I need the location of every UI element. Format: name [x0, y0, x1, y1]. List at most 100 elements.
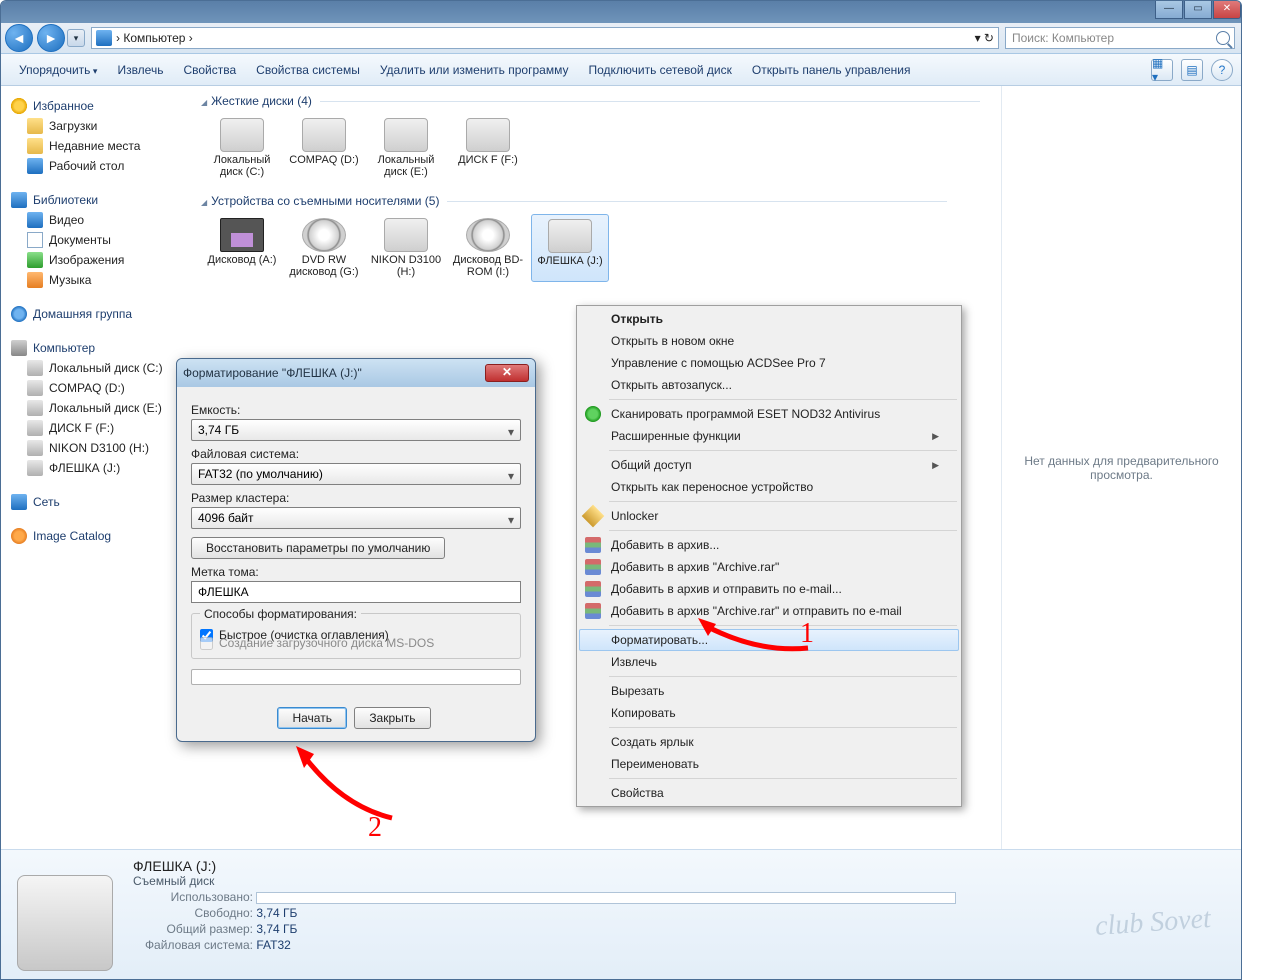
annotation-label-1: 1 [800, 618, 814, 650]
start-button[interactable]: Начать [277, 707, 347, 729]
catalog-icon [11, 528, 27, 544]
network-icon [11, 494, 27, 510]
properties-button[interactable]: Свойства [173, 54, 246, 86]
menu-copy[interactable]: Копировать [579, 702, 959, 724]
maximize-button[interactable]: ▭ [1184, 1, 1212, 19]
menu-open[interactable]: Открыть [579, 308, 959, 330]
sidebar-downloads[interactable]: Загрузки [5, 116, 187, 136]
drive-i[interactable]: Дисковод BD-ROM (I:) [449, 214, 527, 282]
desktop-icon [27, 158, 43, 174]
sidebar-drive-d[interactable]: COMPAQ (D:) [5, 378, 187, 398]
volume-label-input[interactable]: ФЛЕШКА [191, 581, 521, 603]
menu-cut[interactable]: Вырезать [579, 680, 959, 702]
preview-pane-button[interactable]: ▤ [1181, 59, 1203, 81]
capacity-select[interactable]: 3,74 ГБ [191, 419, 521, 441]
sidebar-pictures[interactable]: Изображения [5, 250, 187, 270]
drive-h[interactable]: NIKON D3100 (H:) [367, 214, 445, 282]
restore-defaults-button[interactable]: Восстановить параметры по умолчанию [191, 537, 445, 559]
sidebar-recent[interactable]: Недавние места [5, 136, 187, 156]
breadcrumb-root[interactable]: Компьютер [123, 31, 185, 45]
view-button[interactable]: ▦ ▾ [1151, 59, 1173, 81]
cluster-select[interactable]: 4096 байт [191, 507, 521, 529]
menu-properties[interactable]: Свойства [579, 782, 959, 804]
menu-shortcut[interactable]: Создать ярлык [579, 731, 959, 753]
dialog-titlebar[interactable]: Форматирование "ФЛЕШКА (J:)" ✕ [177, 359, 535, 387]
sidebar-computer[interactable]: Компьютер [5, 338, 187, 358]
details-type: Съемный диск [133, 874, 956, 888]
submenu-arrow-icon: ▶ [932, 431, 939, 442]
volume-label-label: Метка тома: [191, 565, 521, 579]
sidebar-desktop[interactable]: Рабочий стол [5, 156, 187, 176]
minimize-button[interactable]: — [1155, 1, 1183, 19]
dvd-icon [302, 218, 346, 252]
breadcrumb-sep: › [116, 31, 120, 45]
sidebar-drive-c[interactable]: Локальный диск (C:) [5, 358, 187, 378]
favorites-header[interactable]: Избранное [5, 96, 187, 116]
drive-icon [17, 875, 113, 971]
usage-bar [256, 892, 956, 904]
menu-share[interactable]: Общий доступ▶ [579, 454, 959, 476]
menu-archive-3[interactable]: Добавить в архив и отправить по e-mail..… [579, 578, 959, 600]
details-name: ФЛЕШКА (J:) [133, 858, 956, 874]
filesystem-select[interactable]: FAT32 (по умолчанию) [191, 463, 521, 485]
menu-archive-4[interactable]: Добавить в архив "Archive.rar" и отправи… [579, 600, 959, 622]
menu-format[interactable]: Форматировать... [579, 629, 959, 651]
star-icon [11, 98, 27, 114]
drive-a[interactable]: Дисковод (A:) [203, 214, 281, 282]
section-hdd[interactable]: Жесткие диски (4) [201, 94, 991, 108]
sidebar-drive-j[interactable]: ФЛЕШКА (J:) [5, 458, 187, 478]
folder-icon [27, 118, 43, 134]
cluster-label: Размер кластера: [191, 491, 521, 505]
eject-button[interactable]: Извлечь [107, 54, 173, 86]
help-button[interactable]: ? [1211, 59, 1233, 81]
search-icon [1216, 31, 1230, 45]
menu-rename[interactable]: Переименовать [579, 753, 959, 775]
map-drive-button[interactable]: Подключить сетевой диск [578, 54, 741, 86]
back-button[interactable]: ◄ [5, 24, 33, 52]
sidebar-drive-e[interactable]: Локальный диск (E:) [5, 398, 187, 418]
section-removable[interactable]: Устройства со съемными носителями (5) [201, 194, 991, 208]
drive-icon [27, 400, 43, 416]
sidebar-music[interactable]: Музыка [5, 270, 187, 290]
window-titlebar[interactable]: — ▭ ✕ [1, 1, 1241, 23]
system-properties-button[interactable]: Свойства системы [246, 54, 370, 86]
drive-j[interactable]: ФЛЕШКА (J:) [531, 214, 609, 282]
menu-acdsee[interactable]: Управление с помощью ACDSee Pro 7 [579, 352, 959, 374]
drive-e[interactable]: Локальный диск (E:) [367, 114, 445, 182]
drive-c[interactable]: Локальный диск (C:) [203, 114, 281, 182]
control-panel-button[interactable]: Открыть панель управления [742, 54, 921, 86]
menu-open-new[interactable]: Открыть в новом окне [579, 330, 959, 352]
menu-archive-1[interactable]: Добавить в архив... [579, 534, 959, 556]
drive-g[interactable]: DVD RW дисковод (G:) [285, 214, 363, 282]
winrar-icon [585, 559, 601, 575]
homegroup-header[interactable]: Домашняя группа [5, 304, 187, 324]
network-header[interactable]: Сеть [5, 492, 187, 512]
history-dropdown[interactable]: ▾ [67, 29, 85, 47]
menu-advanced[interactable]: Расширенные функции▶ [579, 425, 959, 447]
close-button[interactable]: ✕ [1213, 1, 1241, 19]
menu-unlocker[interactable]: Unlocker [579, 505, 959, 527]
drive-f[interactable]: ДИСК F (F:) [449, 114, 527, 182]
close-button[interactable]: Закрыть [354, 707, 430, 729]
annotation-label-2: 2 [368, 812, 382, 844]
catalog-header[interactable]: Image Catalog [5, 526, 187, 546]
menu-portable[interactable]: Открыть как переносное устройство [579, 476, 959, 498]
organize-button[interactable]: Упорядочить [9, 54, 107, 86]
drive-d[interactable]: COMPAQ (D:) [285, 114, 363, 182]
sidebar-drive-h[interactable]: NIKON D3100 (H:) [5, 438, 187, 458]
dialog-close-button[interactable]: ✕ [485, 364, 529, 382]
refresh-icon[interactable]: ▾ ↻ [975, 31, 994, 45]
menu-eject[interactable]: Извлечь [579, 651, 959, 673]
computer-icon [11, 340, 27, 356]
menu-archive-2[interactable]: Добавить в архив "Archive.rar" [579, 556, 959, 578]
uninstall-button[interactable]: Удалить или изменить программу [370, 54, 579, 86]
sidebar-videos[interactable]: Видео [5, 210, 187, 230]
sidebar-documents[interactable]: Документы [5, 230, 187, 250]
menu-eset[interactable]: Сканировать программой ESET NOD32 Antivi… [579, 403, 959, 425]
libraries-header[interactable]: Библиотеки [5, 190, 187, 210]
sidebar-drive-f[interactable]: ДИСК F (F:) [5, 418, 187, 438]
search-input[interactable]: Поиск: Компьютер [1005, 27, 1235, 49]
forward-button[interactable]: ► [37, 24, 65, 52]
breadcrumb[interactable]: › Компьютер › ▾ ↻ [91, 27, 999, 49]
menu-autoplay[interactable]: Открыть автозапуск... [579, 374, 959, 396]
